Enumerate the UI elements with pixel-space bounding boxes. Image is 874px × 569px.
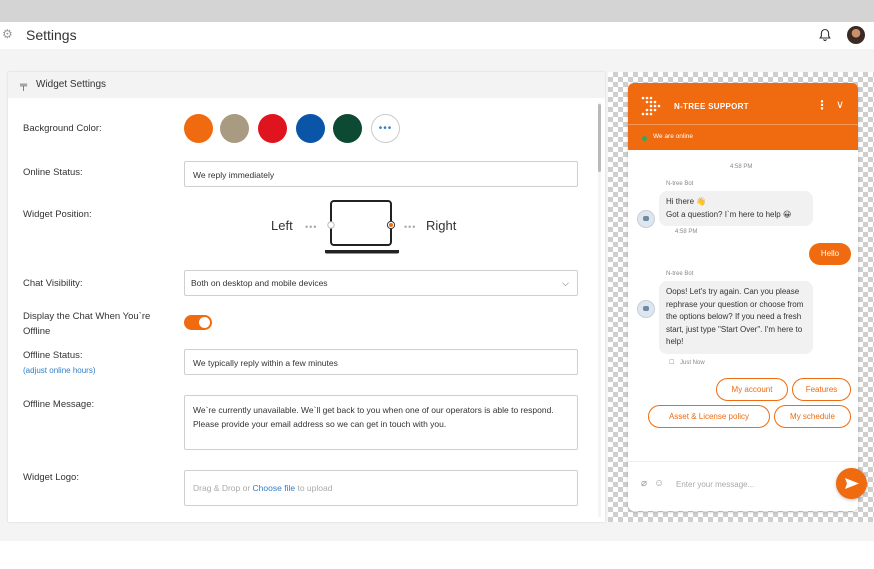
bot-avatar xyxy=(637,210,655,228)
option-asset-license-policy[interactable]: Asset & License policy xyxy=(648,405,770,428)
bot-message: Hi there 👋 Got a question? I`m here to h… xyxy=(659,191,813,226)
more-colors-button[interactable]: ••• xyxy=(371,114,400,143)
display-offline-label: Display the Chat When You`re Offline xyxy=(23,311,151,337)
user-message: Hello xyxy=(809,243,851,265)
toggle-knob xyxy=(199,317,210,328)
timestamp: 4:58 PM xyxy=(675,229,698,235)
offline-message-textarea[interactable]: We`re currently unavailable. We`ll get b… xyxy=(184,395,578,450)
message-input[interactable]: Enter your message... xyxy=(676,480,754,489)
offline-status-label-text: Offline Status: xyxy=(23,350,83,361)
timestamp: Just Now xyxy=(680,360,705,366)
bot-message: Oops! Let's try again. Can you please re… xyxy=(659,281,813,354)
bot-avatar xyxy=(637,300,655,318)
online-status-label: Online Status: xyxy=(23,167,83,178)
laptop-position-graphic xyxy=(325,200,399,254)
ntree-logo-icon xyxy=(641,96,661,116)
offline-message-label: Offline Message: xyxy=(23,399,95,410)
position-right-option[interactable]: Right xyxy=(426,218,456,233)
paint-roller-icon: ╤ xyxy=(20,80,28,91)
widget-position-label: Widget Position: xyxy=(23,209,92,220)
chat-header: N-TREE SUPPORT ⋮ ∨ We are online xyxy=(628,83,858,150)
color-swatch[interactable] xyxy=(184,114,213,143)
top-strip xyxy=(0,0,874,22)
send-icon xyxy=(845,478,859,489)
bot-name: N-tree Bot xyxy=(666,271,694,277)
app-header: ⚙ Settings xyxy=(0,22,874,49)
bottom-bar xyxy=(0,541,874,569)
chat-visibility-label: Chat Visibility: xyxy=(23,278,83,289)
right-dots: ••• xyxy=(404,222,417,232)
chat-visibility-value: Both on desktop and mobile devices xyxy=(191,278,328,288)
chat-widget-preview: N-TREE SUPPORT ⋮ ∨ We are online 4:58 PM… xyxy=(628,83,858,511)
option-my-account[interactable]: My account xyxy=(716,378,788,401)
choose-file-link[interactable]: Choose file xyxy=(253,483,296,493)
chevron-down-icon[interactable]: ∨ xyxy=(836,98,844,111)
avatar[interactable] xyxy=(847,26,865,44)
bot-name: N-tree Bot xyxy=(666,181,694,187)
attachment-icon[interactable]: ⌀ xyxy=(641,478,647,489)
widget-logo-label: Widget Logo: xyxy=(23,472,79,483)
more-icon: ••• xyxy=(378,123,393,134)
dropzone-prefix: Drag & Drop or xyxy=(193,483,251,493)
option-my-schedule[interactable]: My schedule xyxy=(774,405,851,428)
gear-icon[interactable]: ⚙ xyxy=(2,28,14,40)
page-title: Settings xyxy=(26,27,77,43)
color-swatch[interactable] xyxy=(333,114,362,143)
position-left-option[interactable]: Left xyxy=(271,218,293,233)
adjust-online-hours-link[interactable]: adjust online hours xyxy=(26,366,93,375)
header-divider xyxy=(628,124,858,125)
left-dots: ••• xyxy=(305,222,318,232)
logo-dropzone[interactable]: Drag & Drop or Choose file to upload xyxy=(184,470,578,506)
dropzone-suffix: to upload xyxy=(297,483,333,493)
online-status-input[interactable]: We reply immediately xyxy=(184,161,578,187)
chat-visibility-select[interactable]: Both on desktop and mobile devices ⌵ xyxy=(184,270,578,296)
chat-title: N-TREE SUPPORT xyxy=(674,102,749,111)
option-features[interactable]: Features xyxy=(792,378,851,401)
color-swatch[interactable] xyxy=(258,114,287,143)
offline-status-label: Offline Status: (adjust online hours) xyxy=(23,350,96,375)
color-swatch[interactable] xyxy=(296,114,325,143)
chevron-down-icon: ⌵ xyxy=(562,278,569,288)
online-status-dot xyxy=(642,136,647,141)
emoji-icon[interactable]: ☺ xyxy=(654,478,664,489)
card-title: Widget Settings xyxy=(36,79,107,90)
online-status-text: We are online xyxy=(653,133,693,140)
bell-icon[interactable] xyxy=(818,28,832,42)
widget-settings-card: ╤ Widget Settings Background Color: ••• … xyxy=(8,72,605,522)
background-color-label: Background Color: xyxy=(23,123,102,134)
send-button[interactable] xyxy=(836,468,867,499)
scrollbar-thumb[interactable] xyxy=(598,104,601,172)
color-swatch[interactable] xyxy=(220,114,249,143)
card-header: ╤ Widget Settings xyxy=(8,72,605,98)
timestamp: 4:58 PM xyxy=(730,164,753,170)
chat-input-bar: ⌀ ☺ Enter your message... xyxy=(628,461,858,511)
kebab-menu-icon[interactable]: ⋮ xyxy=(816,98,828,112)
offline-status-input[interactable]: We typically reply within a few minutes xyxy=(184,349,578,375)
offline-toggle[interactable] xyxy=(184,315,212,330)
check-icon: ☐ xyxy=(669,360,675,366)
